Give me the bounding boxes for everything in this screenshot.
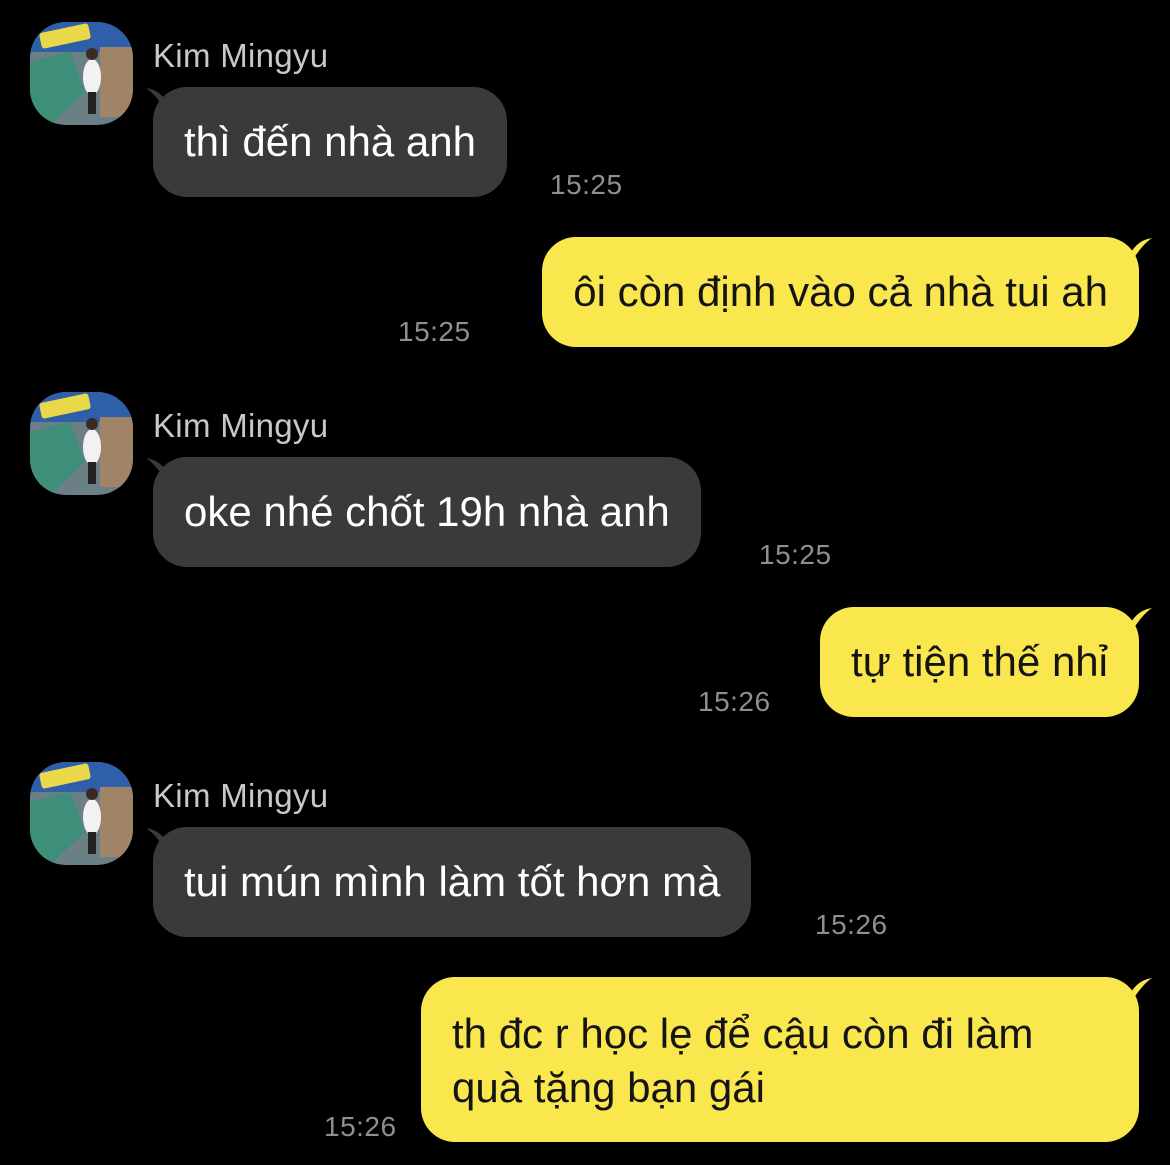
sender-name: Kim Mingyu xyxy=(153,37,329,74)
message-timestamp: 15:25 xyxy=(398,316,471,347)
message-bubble-incoming[interactable]: oke nhé chốt 19h nhà anh xyxy=(153,457,701,567)
message-bubble-incoming[interactable]: tui mún mình làm tốt hơn mà xyxy=(153,827,752,937)
avatar-photo xyxy=(30,392,133,495)
sender-name: Kim Mingyu xyxy=(153,777,329,814)
sender-name: Kim Mingyu xyxy=(153,407,329,444)
avatar[interactable] xyxy=(30,22,133,125)
message-timestamp: 15:26 xyxy=(324,1111,397,1142)
message-bubble-incoming[interactable]: thì đến nhà anh xyxy=(153,87,507,197)
message-timestamp: 15:25 xyxy=(759,539,832,570)
avatar[interactable] xyxy=(30,762,133,865)
avatar[interactable] xyxy=(30,392,133,495)
message-bubble-outgoing[interactable]: th đc r học lẹ để cậu còn đi làm quà tặn… xyxy=(421,977,1139,1142)
avatar-photo xyxy=(30,762,133,865)
message-bubble-outgoing[interactable]: tự tiện thế nhỉ xyxy=(820,607,1139,717)
avatar-photo xyxy=(30,22,133,125)
message-timestamp: 15:25 xyxy=(550,169,623,200)
message-timestamp: 15:26 xyxy=(815,909,888,940)
message-timestamp: 15:26 xyxy=(698,686,771,717)
message-bubble-outgoing[interactable]: ôi còn định vào cả nhà tui ah xyxy=(542,237,1139,347)
